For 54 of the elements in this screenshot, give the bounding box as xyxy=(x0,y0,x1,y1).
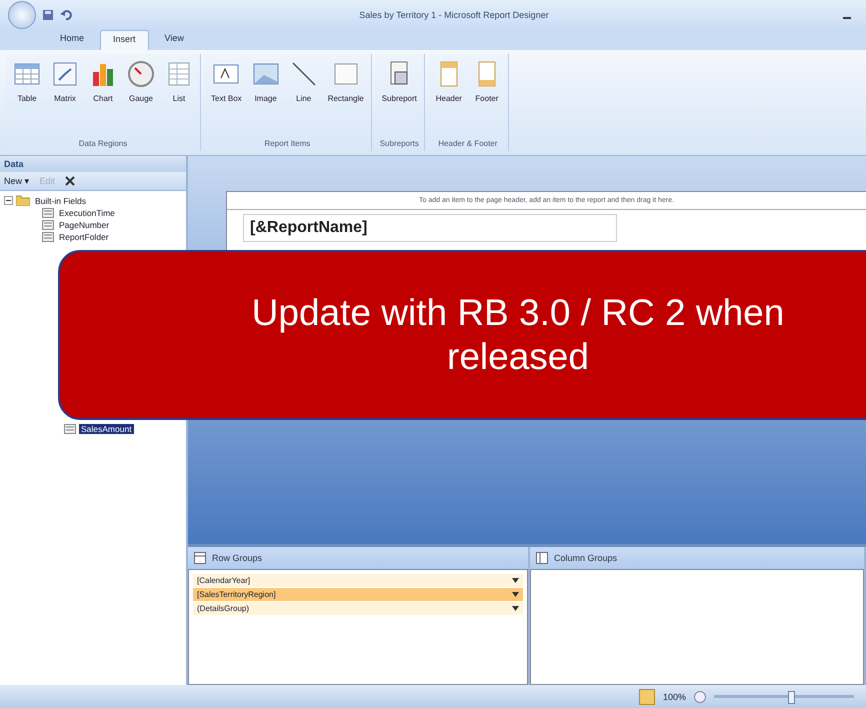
group-item[interactable]: [SalesTerritoryRegion] xyxy=(193,588,523,601)
group-label: Data Regions xyxy=(78,139,128,150)
groups-icon xyxy=(194,552,206,564)
group-label: Header & Footer xyxy=(438,139,498,150)
tree-item[interactable]: SalesAmount xyxy=(79,424,134,434)
ribbon-button[interactable]: Chart xyxy=(86,60,120,139)
ribbon-button[interactable]: Gauge xyxy=(124,60,158,139)
toolbar-button[interactable]: New ▾ xyxy=(4,176,30,186)
ribbon-button[interactable]: Subreport xyxy=(378,60,420,139)
groups-icon xyxy=(536,552,548,564)
group-label: Report Items xyxy=(264,139,310,150)
field-icon xyxy=(42,232,54,242)
dropdown-arrow-icon[interactable] xyxy=(512,592,519,597)
zoom-slider-thumb[interactable] xyxy=(788,691,795,704)
field-icon xyxy=(42,220,54,230)
delete-icon[interactable] xyxy=(65,176,76,186)
ribbon-button[interactable]: Image xyxy=(248,60,283,139)
dropdown-arrow-icon[interactable] xyxy=(512,578,519,583)
ribbon-tab[interactable]: Insert xyxy=(100,30,149,50)
pane-title: Row Groups xyxy=(212,553,262,563)
tree-item[interactable]: Built-in Fields xyxy=(33,196,88,206)
zoom-out-button[interactable] xyxy=(694,690,706,702)
ribbon-button[interactable]: List xyxy=(162,60,196,139)
ribbon-button[interactable]: Line xyxy=(286,60,321,139)
group-item[interactable]: [CalendarYear] xyxy=(193,574,523,587)
pane-title: Data xyxy=(0,156,186,172)
ribbon-button[interactable]: Footer xyxy=(470,60,504,139)
field-icon xyxy=(42,208,54,218)
undo-icon[interactable] xyxy=(60,9,72,21)
matrix-icon xyxy=(51,60,79,88)
ribbon-tab[interactable]: Home xyxy=(48,30,96,50)
ribbon-tab[interactable]: View xyxy=(152,30,196,50)
zoom-level: 100% xyxy=(662,692,686,702)
ribbon-button[interactable]: Table xyxy=(10,60,44,139)
callout-text: Update with RB 3.0 / RC 2 when released xyxy=(250,290,786,379)
group-item[interactable]: (DetailsGroup) xyxy=(193,602,523,615)
gauge-icon xyxy=(127,60,155,88)
collapse-icon[interactable] xyxy=(4,196,13,205)
folder-icon xyxy=(16,195,30,206)
line-icon xyxy=(290,60,318,88)
ribbon-button[interactable]: Rectangle xyxy=(324,60,367,139)
tree-item[interactable]: ExecutionTime xyxy=(57,208,117,218)
save-icon[interactable] xyxy=(42,9,54,21)
report-name-textbox[interactable]: [&ReportName] xyxy=(243,214,617,242)
dropdown-arrow-icon[interactable] xyxy=(512,606,519,611)
group-label: Subreports xyxy=(380,139,419,150)
field-icon xyxy=(64,424,76,434)
pane-title: Column Groups xyxy=(554,553,618,563)
ribbon-button[interactable]: Text Box xyxy=(208,60,245,139)
tree-item[interactable]: ReportFolder xyxy=(57,232,111,242)
tree-item[interactable]: PageNumber xyxy=(57,220,112,230)
ribbon-button[interactable]: Header xyxy=(432,60,466,139)
window-title: Sales by Territory 1 - Microsoft Report Designer xyxy=(358,10,550,20)
ribbon-button[interactable]: Matrix xyxy=(48,60,82,139)
